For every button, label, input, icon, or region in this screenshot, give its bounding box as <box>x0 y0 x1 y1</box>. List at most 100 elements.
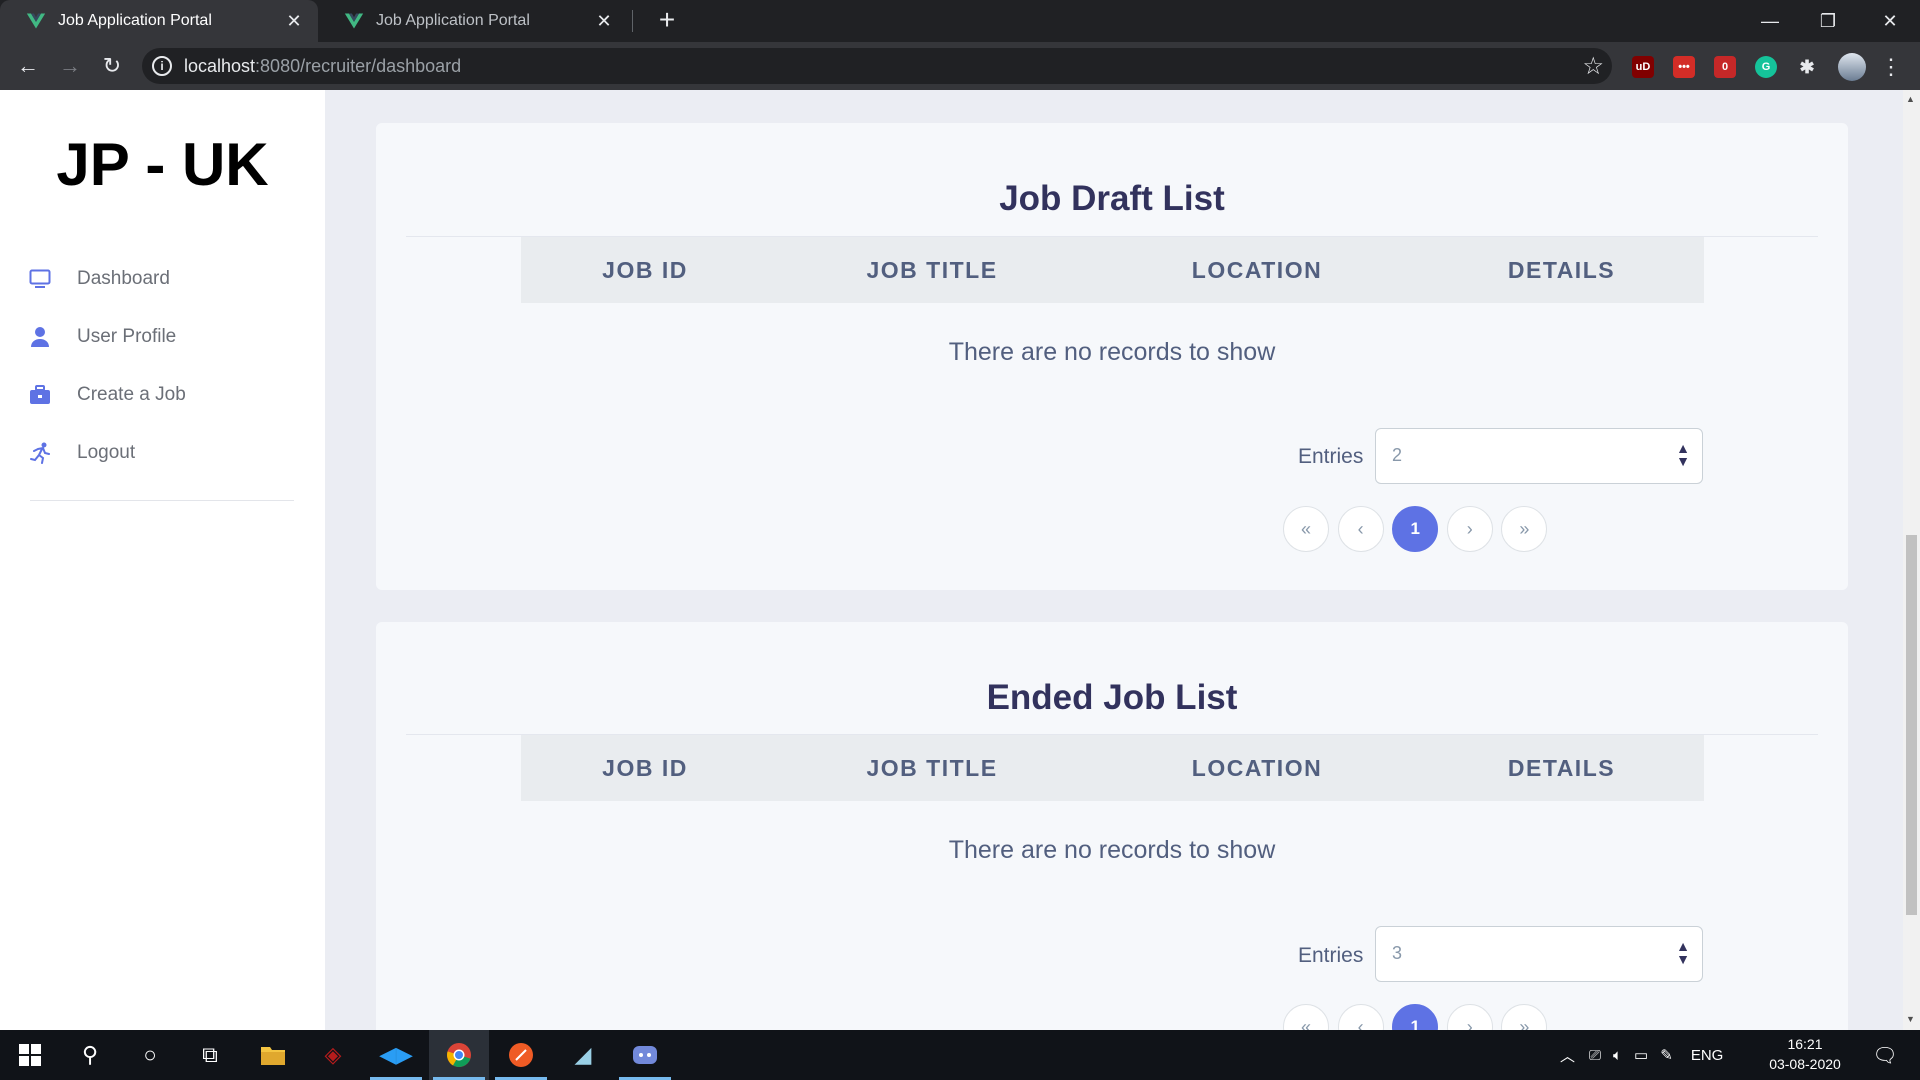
sidebar-item-label: Logout <box>77 442 136 463</box>
url-path: :8080/recruiter/dashboard <box>255 56 462 76</box>
ublock-extension-icon[interactable]: uD <box>1632 56 1654 78</box>
pagination: « ‹ 1 › » <box>1283 506 1556 552</box>
task-view-icon[interactable]: ⧉ <box>180 1030 240 1080</box>
notifications-icon[interactable]: 🗨︎ <box>1855 1030 1915 1080</box>
next-page-button[interactable]: › <box>1446 506 1493 552</box>
pagination: « ‹ 1 › » <box>1283 1004 1556 1030</box>
column-header-job-id[interactable]: JOB ID <box>521 237 769 303</box>
scrollbar-thumb[interactable] <box>1906 535 1917 915</box>
sidebar-item-dashboard[interactable]: Dashboard <box>28 250 296 308</box>
last-page-button[interactable]: » <box>1501 1004 1548 1030</box>
user-icon <box>28 325 52 349</box>
discord-icon[interactable] <box>615 1030 675 1080</box>
vscode-icon[interactable]: ◀▶ <box>366 1030 426 1080</box>
browser-tab-active[interactable]: Job Application Portal ✕ <box>0 0 318 42</box>
entries-select[interactable]: 3 ▲ ▼ <box>1375 926 1703 982</box>
restore-button[interactable]: ❐ <box>1800 0 1856 42</box>
running-person-icon <box>28 441 52 465</box>
column-header-details[interactable]: DETAILS <box>1419 237 1704 303</box>
ended-job-card: Ended Job List JOB ID JOB TITLE LOCATION… <box>376 622 1848 1030</box>
page-1-button[interactable]: 1 <box>1392 1004 1439 1030</box>
entries-select[interactable]: 2 ▲ ▼ <box>1375 428 1703 484</box>
page-1-button[interactable]: 1 <box>1392 506 1439 552</box>
sidebar-item-label: Create a Job <box>77 384 186 405</box>
pen-icon[interactable]: ✎ <box>1660 1046 1673 1064</box>
windows-taskbar: ⚲ ○ ⧉ ◈ ◀▶ ◢ ︿ ⎚ 🔈︎ ▭ ✎ ENG 16:21 03-08-… <box>0 1030 1920 1080</box>
column-header-location[interactable]: LOCATION <box>1095 237 1419 303</box>
page-viewport: JP - UK Dashboard User Profile Create a … <box>0 90 1920 1030</box>
vue-logo-icon <box>344 13 364 29</box>
tab-title: Job Application Portal <box>58 12 212 29</box>
volume-icon[interactable]: 🔈︎ <box>1613 1047 1622 1064</box>
close-window-button[interactable]: ✕ <box>1862 0 1918 42</box>
column-header-location[interactable]: LOCATION <box>1095 735 1419 801</box>
forward-button[interactable]: → <box>54 50 86 82</box>
first-page-button[interactable]: « <box>1283 1004 1329 1030</box>
browser-menu-icon[interactable]: ⋮ <box>1880 54 1902 80</box>
url-text[interactable]: localhost:8080/recruiter/dashboard <box>184 56 461 77</box>
page-scrollbar[interactable]: ▲ ▼ <box>1903 90 1920 1030</box>
last-page-button[interactable]: » <box>1501 506 1548 552</box>
minimize-button[interactable]: — <box>1742 0 1798 42</box>
monitor-icon <box>28 267 52 291</box>
entries-select-value: 3 <box>1392 943 1403 963</box>
new-tab-button[interactable]: + <box>652 6 682 36</box>
clock-date: 03-08-2020 <box>1769 1056 1841 1072</box>
tray-chevron-icon[interactable]: ︿ <box>1560 1045 1575 1066</box>
prev-page-button[interactable]: ‹ <box>1337 506 1384 552</box>
table-header: JOB ID JOB TITLE LOCATION DETAILS <box>521 735 1704 801</box>
bookmark-star-icon[interactable]: ☆ <box>1582 52 1604 81</box>
entries-label: Entries <box>1298 445 1364 468</box>
scroll-down-icon[interactable]: ▼ <box>1906 1014 1915 1024</box>
scroll-up-icon[interactable]: ▲ <box>1906 94 1915 104</box>
browser-tab[interactable]: Job Application Portal ✕ <box>318 0 628 42</box>
site-info-icon[interactable]: i <box>152 56 172 76</box>
predator-sense-icon[interactable]: ◈ <box>303 1030 363 1080</box>
back-button[interactable]: ← <box>12 50 44 82</box>
lastpass-extension-icon[interactable]: ••• <box>1673 56 1695 78</box>
next-page-button[interactable]: › <box>1446 1004 1493 1030</box>
chrome-icon[interactable] <box>429 1030 489 1080</box>
sidebar-item-label: User Profile <box>77 326 177 347</box>
prev-page-button[interactable]: ‹ <box>1337 1004 1384 1030</box>
empty-table-message: There are no records to show <box>948 338 1276 366</box>
notes-app-icon[interactable]: ◢ <box>553 1030 613 1080</box>
vue-logo-icon <box>26 13 46 29</box>
select-arrows-icon: ▲ ▼ <box>1676 440 1690 469</box>
file-explorer-icon[interactable] <box>243 1030 303 1080</box>
column-header-job-id[interactable]: JOB ID <box>521 735 769 801</box>
card-title: Job Draft List <box>999 179 1225 218</box>
brand-logo[interactable]: JP - UK <box>0 130 325 199</box>
select-arrows-icon: ▲ ▼ <box>1676 938 1690 967</box>
reload-button[interactable]: ↻ <box>96 50 128 82</box>
windows-start-icon[interactable] <box>0 1030 60 1080</box>
column-header-job-title[interactable]: JOB TITLE <box>769 735 1095 801</box>
sidebar-nav: Dashboard User Profile Create a Job Logo… <box>28 250 296 482</box>
profile-avatar[interactable] <box>1838 53 1866 81</box>
grammarly-extension-icon[interactable]: G <box>1755 56 1777 78</box>
close-tab-icon[interactable]: ✕ <box>284 11 304 32</box>
browser-tab-bar: Job Application Portal ✕ Job Application… <box>0 0 1920 42</box>
url-host: localhost <box>184 56 256 76</box>
sidebar-item-create-job[interactable]: Create a Job <box>28 366 296 424</box>
address-bar[interactable]: i localhost:8080/recruiter/dashboard ☆ <box>142 48 1612 84</box>
sidebar-divider <box>30 500 294 501</box>
column-header-details[interactable]: DETAILS <box>1419 735 1704 801</box>
column-header-job-title[interactable]: JOB TITLE <box>769 237 1095 303</box>
first-page-button[interactable]: « <box>1283 506 1329 552</box>
cortana-icon[interactable]: ○ <box>120 1030 180 1080</box>
sidebar-item-logout[interactable]: Logout <box>28 424 296 482</box>
language-indicator[interactable]: ENG <box>1691 1047 1724 1064</box>
sidebar-item-user-profile[interactable]: User Profile <box>28 308 296 366</box>
battery-icon[interactable]: ▭ <box>1634 1046 1648 1064</box>
badge-extension-icon[interactable]: 0 <box>1714 56 1736 78</box>
network-icon[interactable]: ⎚ <box>1589 1047 1601 1064</box>
taskbar-clock[interactable]: 16:21 03-08-2020 <box>1760 1034 1850 1074</box>
close-tab-icon[interactable]: ✕ <box>594 11 614 32</box>
extensions-puzzle-icon[interactable]: ✱ <box>1796 56 1818 78</box>
search-icon[interactable]: ⚲ <box>60 1030 120 1080</box>
postman-icon[interactable] <box>491 1030 551 1080</box>
entries-label: Entries <box>1298 944 1364 967</box>
table-header: JOB ID JOB TITLE LOCATION DETAILS <box>521 237 1704 303</box>
sidebar: JP - UK Dashboard User Profile Create a … <box>0 90 325 1030</box>
